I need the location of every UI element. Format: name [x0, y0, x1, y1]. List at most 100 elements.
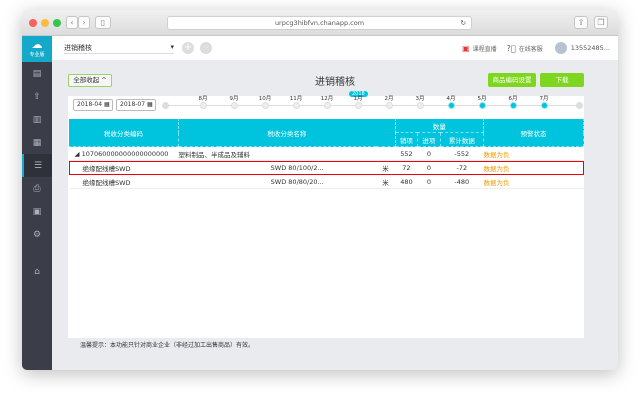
timeline-month-dot[interactable] [262, 102, 269, 109]
group-cumulative: -552 [440, 146, 484, 161]
audit-table: 税收分类编码 税收分类名称 数量 预警状态 销项 进项 累计数据 ◢ 1070600000… [68, 118, 584, 189]
row-spec: SWD 80/80/20... [218, 174, 376, 189]
row-warning: 数据为负 [483, 160, 584, 175]
module-select[interactable]: 进销稽核 ▾ [64, 43, 174, 54]
table-group-row[interactable]: ◢ 107060000000000000000 塑料制品、半成品及辅料 552 0… [68, 146, 584, 161]
row-cumulative: -72 [440, 160, 484, 175]
header-name: 税收分类名称 [178, 118, 396, 147]
row-unit: 米 [375, 160, 396, 175]
table-row[interactable]: 绝缘配线槽SWD SWD 80/100/2... 米 72 0 -72 数据为负 [68, 160, 584, 175]
header-code: 税收分类编码 [68, 118, 179, 147]
row-purchase: 0 [417, 174, 441, 189]
timeline-month-label: 2月 [384, 96, 394, 102]
timeline-month-dot[interactable] [386, 102, 393, 109]
end-date-input[interactable]: 2018-07 ▦ [116, 99, 156, 111]
header-warning: 预警状态 [483, 118, 584, 147]
row-warning: 数据为负 [483, 174, 584, 189]
row-sales: 72 [395, 160, 418, 175]
start-date-input[interactable]: 2018-04 ▦ [73, 99, 113, 111]
timeline-month-dot[interactable] [200, 102, 207, 109]
browser-window: ‹ › ▯ urpcg3hibfvn.chanapp.com ↻ ⇪ ❐ ☁ 专业版… [22, 10, 618, 370]
row-name: 绝缘配线槽SWD [68, 160, 179, 175]
minimize-button[interactable] [41, 19, 49, 27]
back-icon[interactable]: ‹ [66, 16, 78, 29]
browser-titlebar: ‹ › ▯ urpcg3hibfvn.chanapp.com ↻ ⇪ ❐ [22, 10, 618, 36]
row-spec: SWD 80/100/2... [218, 160, 376, 175]
chart-icon[interactable]: ▥ [22, 108, 52, 131]
audit-panel: 2018-04 ▦ 2018-07 ▦ 2018 8月 9月 10月 11月 12月 1月… [68, 91, 584, 349]
timeline-month-label: 12月 [320, 96, 334, 102]
timeline-month-label: 1月 [353, 96, 363, 102]
group-name: 塑料制品、半成品及辅料 [178, 146, 396, 161]
row-unit: 米 [375, 174, 396, 189]
row-sales: 480 [395, 174, 418, 189]
timeline-month-label: 6月 [508, 96, 518, 102]
collapse-icon[interactable]: ◢ [75, 150, 82, 158]
stamp-icon[interactable]: ⎙ [22, 177, 52, 200]
audit-icon[interactable]: ☰ [22, 154, 52, 177]
row-purchase: 0 [417, 160, 441, 175]
timeline-month-dot[interactable] [541, 102, 548, 109]
timeline-month-dot[interactable] [417, 102, 424, 109]
settings-icon[interactable]: ⚙ [22, 223, 52, 246]
group-sales: 552 [395, 146, 418, 161]
download-button[interactable]: 下载 [540, 73, 584, 87]
timeline-month-dot[interactable] [448, 102, 455, 109]
group-purchase: 0 [417, 146, 441, 161]
timeline-month-label: 3月 [415, 96, 425, 102]
footer-tip: 温馨提示：本功能只针对商业企业（非经过加工出售商品）有效。 [80, 342, 255, 349]
app-header: 进销稽核 ▾ + ⁘ ▣ 课程直播 ?⃝ 在线客服 13552485... [52, 36, 618, 60]
report-icon[interactable]: ▦ [22, 131, 52, 154]
table-row[interactable]: 绝缘配线槽SWD SWD 80/80/20... 米 480 0 -480 数据为负 [68, 174, 584, 189]
url-text: urpcg3hibfvn.chanapp.com [274, 19, 365, 27]
timeline-month-dot[interactable] [293, 102, 300, 109]
basket-icon[interactable]: ⌂ [22, 260, 52, 283]
share-icon[interactable]: ⇪ [574, 16, 588, 29]
upload-icon[interactable]: ⇧ [22, 85, 52, 108]
forward-icon[interactable]: › [78, 16, 90, 29]
group-code: 107060000000000000000 [81, 149, 169, 158]
timeline-month-dot[interactable] [355, 102, 362, 109]
header-sales: 销项 [394, 132, 419, 147]
apps-icon[interactable]: ⁘ [200, 42, 212, 54]
cloud-icon: ☁ [31, 38, 43, 51]
reload-icon[interactable]: ↻ [461, 17, 466, 30]
row-name: 绝缘配线槽SWD [68, 174, 179, 189]
timeline-month-label: 8月 [198, 96, 208, 102]
live-course-link[interactable]: 课程直播 [473, 44, 497, 53]
timeline-month-label: 9月 [229, 96, 239, 102]
online-support-link[interactable]: 在线客服 [519, 44, 543, 53]
timeline-month-label: 11月 [289, 96, 303, 102]
sidebar: ☁ 专业版 ▤ ⇧ ▥ ▦ ☰ ⎙ ▣ ⚙ ⌂ [22, 36, 52, 370]
document-icon[interactable]: ▣ [22, 200, 52, 223]
tabs-icon[interactable]: ❐ [594, 16, 608, 29]
avatar[interactable] [554, 42, 567, 54]
logo[interactable]: ☁ 专业版 [22, 36, 52, 62]
header-purchase: 进项 [417, 132, 441, 147]
user-name[interactable]: 13552485... [571, 44, 610, 52]
add-icon[interactable]: + [182, 42, 194, 54]
panel-icon[interactable]: ▤ [22, 62, 52, 85]
timeline-month-dot[interactable] [231, 102, 238, 109]
sidebar-toggle-icon[interactable]: ▯ [95, 16, 111, 29]
maximize-button[interactable] [53, 19, 61, 27]
timeline-month-label: 5月 [477, 96, 487, 102]
live-icon: ▣ [462, 43, 470, 53]
code-settings-button[interactable]: 商品编码设置 [488, 73, 536, 87]
help-icon: ?⃝ [506, 43, 516, 53]
timeline-month-dot[interactable] [510, 102, 517, 109]
row-cumulative: -480 [440, 174, 484, 189]
url-bar[interactable]: urpcg3hibfvn.chanapp.com ↻ [167, 16, 472, 30]
header-cumulative: 累计数据 [439, 132, 485, 147]
timeline-month-label: 10月 [258, 96, 272, 102]
chevron-down-icon: ▾ [170, 42, 174, 51]
timeline-month-dot[interactable] [479, 102, 486, 109]
group-warning: 数据为负 [483, 146, 584, 161]
logo-label: 专业版 [29, 52, 45, 58]
module-select-value: 进销稽核 [64, 43, 92, 52]
timeline-month-dot[interactable] [324, 102, 331, 109]
close-button[interactable] [29, 19, 37, 27]
timeline-month-label: 7月 [539, 96, 549, 102]
timeline: 2018-04 ▦ 2018-07 ▦ 2018 8月 9月 10月 11月 12月 1月… [68, 91, 584, 117]
main-content: 全部收起 ^ 进销稽核 商品编码设置 下载 2018-04 ▦ 2018-07 … [52, 60, 618, 370]
